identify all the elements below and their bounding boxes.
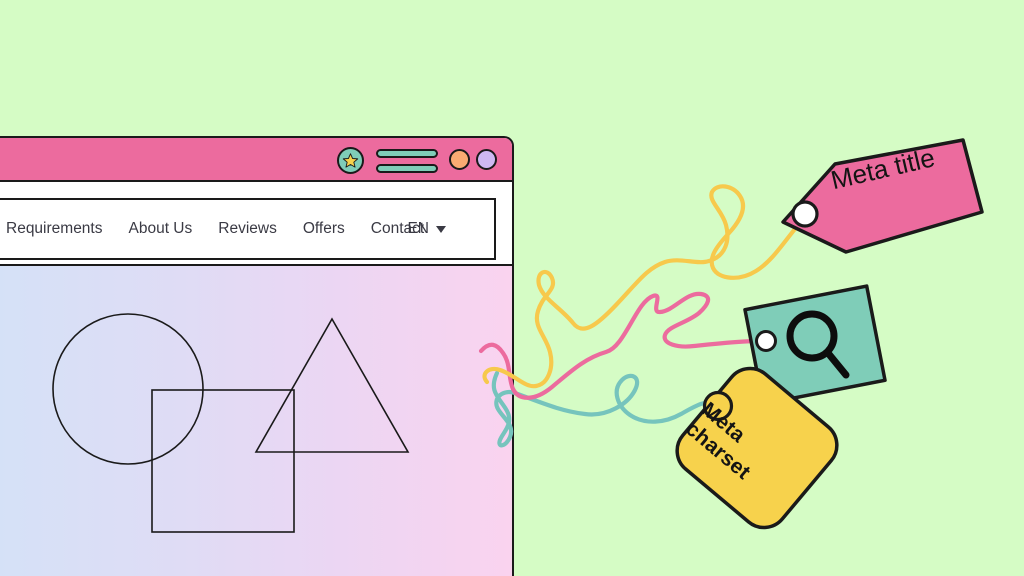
meta-search-tag-hole [755, 330, 777, 352]
canvas: Requirements About Us Reviews Offers Con… [0, 0, 1024, 576]
window-dot-orange[interactable] [449, 149, 470, 170]
wire-pink [478, 291, 763, 400]
chevron-down-icon [436, 225, 446, 233]
nav-link-about-us[interactable]: About Us [129, 220, 193, 238]
browser-nav-area: Requirements About Us Reviews Offers Con… [0, 182, 512, 264]
window-dot-purple[interactable] [476, 149, 497, 170]
hamburger-line [376, 164, 438, 173]
nav-links: Requirements About Us Reviews Offers Con… [6, 220, 424, 238]
hamburger-menu-icon[interactable] [376, 149, 438, 173]
nav-link-offers[interactable]: Offers [303, 220, 345, 238]
circle-shape [52, 313, 204, 465]
browser-viewport [0, 264, 512, 576]
meta-search-tag-shape [743, 284, 887, 406]
language-switcher[interactable]: EN [407, 220, 446, 238]
browser-window: Requirements About Us Reviews Offers Con… [0, 136, 514, 576]
nav-frame: Requirements About Us Reviews Offers Con… [0, 198, 496, 260]
triangle-shape [254, 317, 410, 453]
meta-title-tag-label: Meta title [828, 142, 938, 196]
nav-link-requirements[interactable]: Requirements [6, 220, 103, 238]
star-badge-icon[interactable] [337, 147, 364, 174]
meta-title-tag-hole [791, 200, 819, 228]
square-shape [151, 389, 295, 533]
meta-charset-tag-label: Meta charset [680, 398, 771, 485]
viewport-shapes [52, 313, 410, 533]
hamburger-line [376, 149, 438, 158]
nav-link-reviews[interactable]: Reviews [218, 220, 277, 238]
language-label: EN [407, 220, 429, 237]
wire-yellow [482, 184, 804, 389]
magnifier-icon [786, 310, 850, 379]
browser-title-bar [0, 138, 512, 182]
meta-search-tag[interactable] [743, 284, 887, 406]
